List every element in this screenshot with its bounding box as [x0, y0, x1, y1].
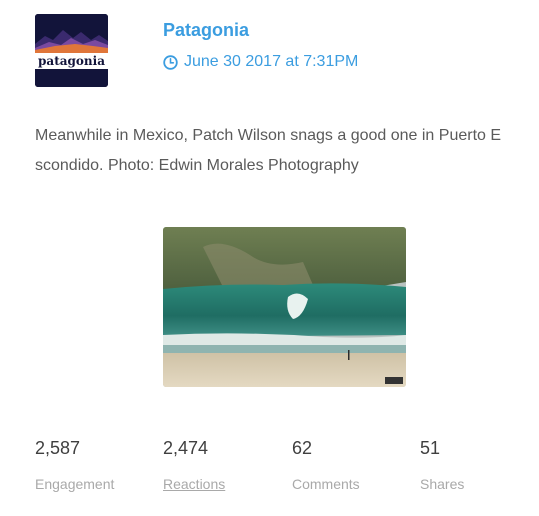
post-body-text: Meanwhile in Mexico, Patch Wilson snags … [35, 127, 502, 174]
post-photo[interactable] [163, 227, 406, 387]
post-timestamp-link[interactable]: June 30 2017 at 7:31PM [163, 53, 358, 71]
engagement-value: 2,587 [35, 438, 81, 458]
author-name-link[interactable]: Patagonia [163, 20, 249, 41]
patagonia-logo[interactable]: patagonia [35, 14, 108, 87]
logo-image: patagonia [35, 14, 108, 87]
logo-text: patagonia [38, 54, 105, 68]
clock-icon [163, 54, 178, 70]
shares-value: 51 [420, 438, 441, 458]
reactions-link[interactable]: Reactions [163, 476, 225, 492]
stat-comments: 62 Comments [292, 437, 360, 492]
shares-label: Shares [420, 476, 465, 492]
engagement-label: Engagement [35, 476, 115, 492]
stat-engagement: 2,587 Engagement [35, 437, 114, 492]
stat-shares: 51 Shares [420, 437, 464, 492]
comments-value: 62 [292, 438, 313, 458]
stat-reactions: 2,474 Reactions [163, 437, 225, 492]
reactions-value: 2,474 [163, 438, 209, 458]
comments-label: Comments [292, 476, 360, 492]
surf-photo-image [163, 227, 406, 387]
timestamp-text: June 30 2017 at 7:31PM [184, 53, 359, 70]
